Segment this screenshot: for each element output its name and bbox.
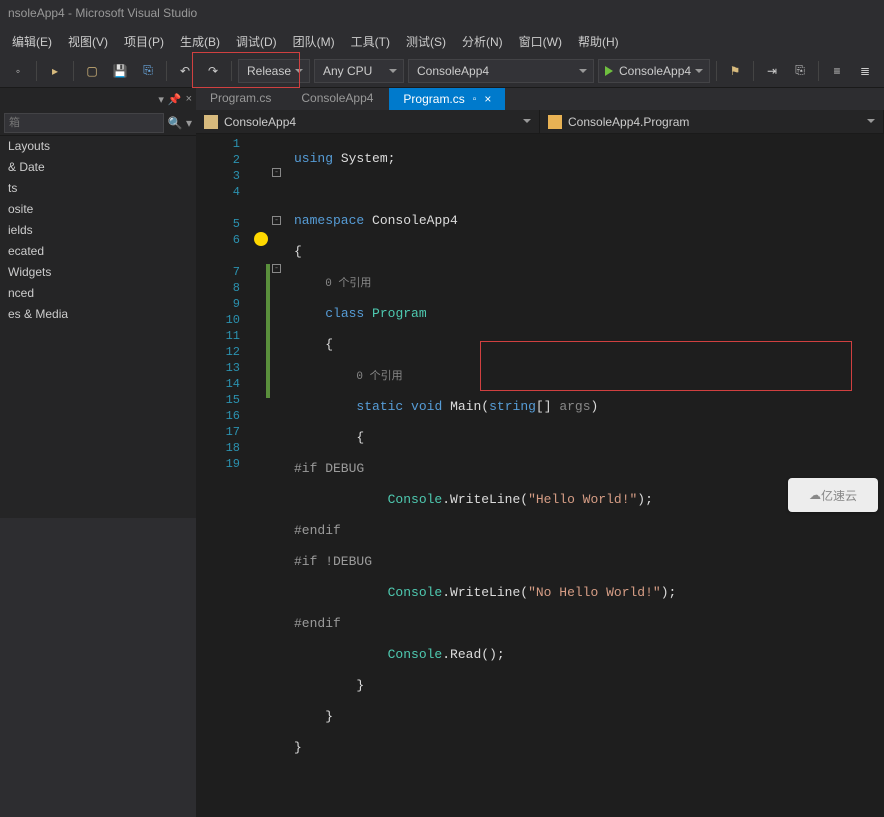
class-nav-dropdown[interactable]: ConsoleApp4.Program — [540, 110, 884, 134]
indent-icon[interactable]: ≡ — [825, 59, 849, 83]
close-tab-icon[interactable]: × — [484, 92, 491, 106]
menu-tools[interactable]: 工具(T) — [343, 29, 398, 54]
menu-window[interactable]: 窗口(W) — [511, 29, 570, 54]
list-item[interactable]: & Date — [0, 157, 196, 178]
undo-icon[interactable]: ↶ — [173, 59, 197, 83]
pin-icon[interactable]: 📌 — [168, 93, 182, 106]
nav-bar: ConsoleApp4 ConsoleApp4.Program — [196, 110, 884, 134]
redo-icon[interactable]: ↷ — [201, 59, 225, 83]
lightbulb-icon[interactable] — [254, 232, 268, 246]
start-debug-button[interactable]: ConsoleApp4 — [598, 59, 710, 83]
menu-project[interactable]: 项目(P) — [116, 29, 172, 54]
list-item[interactable]: Layouts — [0, 136, 196, 157]
tab-program-cs[interactable]: Program.cs — [196, 88, 285, 110]
document-tabs: Program.cs ConsoleApp4 Program.cs▫× — [196, 88, 884, 110]
step-out-icon[interactable]: ⇥ — [760, 59, 784, 83]
menu-bar: 编辑(E) 视图(V) 项目(P) 生成(B) 调试(D) 团队(M) 工具(T… — [0, 28, 884, 54]
line-gutter: 12345678910111213141516171819 — [196, 134, 254, 817]
list-item[interactable]: Widgets — [0, 262, 196, 283]
play-icon — [605, 66, 613, 76]
toolbox-panel: ▾ 📌 × 🔍 ▾ Layouts & Date ts osite ields … — [0, 88, 196, 518]
fold-icon[interactable]: - — [272, 168, 281, 177]
tool-icon[interactable]: ⚑ — [723, 59, 747, 83]
menu-view[interactable]: 视图(V) — [60, 29, 116, 54]
save-all-icon[interactable]: ⎘ — [136, 59, 160, 83]
main-toolbar: ◦ ▸ ▢ 💾 ⎘ ↶ ↷ Release Any CPU ConsoleApp… — [0, 54, 884, 88]
fold-icon[interactable]: - — [272, 216, 281, 225]
class-icon — [548, 115, 562, 129]
csharp-icon — [204, 115, 218, 129]
watermark: ☁ 亿速云 — [788, 478, 878, 512]
pin-icon[interactable]: ▫ — [473, 94, 477, 105]
back-icon[interactable]: ◦ — [6, 59, 30, 83]
new-icon[interactable]: ▸ — [43, 59, 67, 83]
outdent-icon[interactable]: ≣ — [853, 59, 877, 83]
toolbox-list: Layouts & Date ts osite ields ecated Wid… — [0, 136, 196, 518]
dropdown-icon[interactable]: ▾ — [158, 93, 164, 106]
config-dropdown[interactable]: Release — [238, 59, 310, 83]
separator — [231, 61, 232, 81]
code-editor[interactable]: 12345678910111213141516171819 - - - using … — [196, 134, 884, 817]
menu-build[interactable]: 生成(B) — [172, 29, 228, 54]
menu-analyze[interactable]: 分析(N) — [454, 29, 511, 54]
tab-program-cs-active[interactable]: Program.cs▫× — [389, 88, 505, 110]
fold-icon[interactable]: - — [272, 264, 281, 273]
platform-dropdown[interactable]: Any CPU — [314, 59, 404, 83]
tab-consoleapp4[interactable]: ConsoleApp4 — [287, 88, 387, 110]
change-indicator — [266, 264, 270, 398]
menu-test[interactable]: 测试(S) — [398, 29, 454, 54]
separator — [73, 61, 74, 81]
separator — [753, 61, 754, 81]
close-icon[interactable]: × — [186, 93, 192, 105]
separator — [36, 61, 37, 81]
step-over-icon[interactable]: ⎘ — [788, 59, 812, 83]
list-item[interactable]: nced — [0, 283, 196, 304]
separator — [716, 61, 717, 81]
menu-team[interactable]: 团队(M) — [285, 29, 343, 54]
search-icon[interactable]: 🔍 ▾ — [168, 116, 192, 130]
open-icon[interactable]: ▢ — [80, 59, 104, 83]
code-area[interactable]: using System; namespace ConsoleApp4 { 0 … — [254, 134, 884, 817]
list-item[interactable]: ields — [0, 220, 196, 241]
startup-dropdown[interactable]: ConsoleApp4 — [408, 59, 594, 83]
save-icon[interactable]: 💾 — [108, 59, 132, 83]
list-item[interactable]: ecated — [0, 241, 196, 262]
menu-help[interactable]: 帮助(H) — [570, 29, 627, 54]
list-item[interactable]: ts — [0, 178, 196, 199]
menu-edit[interactable]: 编辑(E) — [4, 29, 60, 54]
separator — [818, 61, 819, 81]
menu-debug[interactable]: 调试(D) — [228, 29, 285, 54]
project-nav-dropdown[interactable]: ConsoleApp4 — [196, 110, 540, 134]
toolbox-search-input[interactable] — [4, 113, 164, 133]
separator — [166, 61, 167, 81]
list-item[interactable]: osite — [0, 199, 196, 220]
list-item[interactable]: es & Media — [0, 304, 196, 325]
window-title: nsoleApp4 - Microsoft Visual Studio — [0, 0, 884, 28]
